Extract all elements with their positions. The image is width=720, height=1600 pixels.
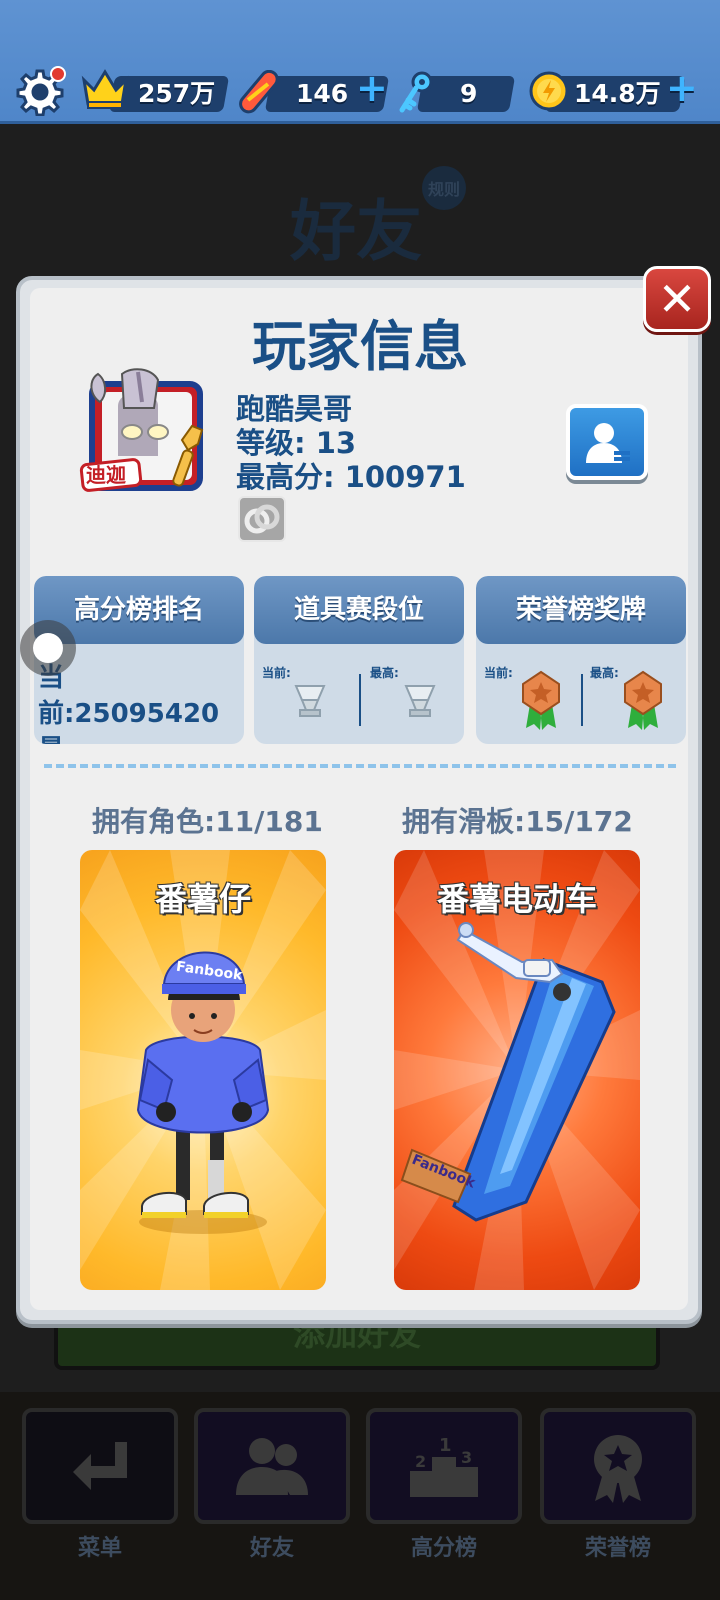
player-level: 等级: 13: [236, 426, 357, 460]
nav-menu-label: 菜单: [77, 1536, 122, 1561]
player-best-score: 最高分: 100971: [236, 460, 466, 494]
user-card-icon: [586, 423, 630, 463]
crown-value: 257万: [138, 79, 216, 108]
key-icon: [396, 70, 436, 120]
medal-icon: [594, 1435, 642, 1503]
floating-assist-button[interactable]: [20, 620, 76, 676]
item-race-rank-box: 道具赛段位 当前: 最高:: [254, 576, 464, 744]
bottom-nav: 菜单 好友 1 2 3 高分榜 荣誉榜: [0, 1392, 720, 1600]
nav-friends[interactable]: 好友: [194, 1408, 350, 1561]
boards-value: 146: [296, 79, 349, 108]
return-arrow-icon: [73, 1442, 127, 1490]
board-card[interactable]: Fanbook 番薯电动车: [394, 850, 640, 1290]
divider: [359, 674, 361, 726]
avatar-name: 迪迦: [86, 463, 127, 487]
svg-text:2: 2: [415, 1452, 426, 1471]
badge-slot[interactable]: [238, 496, 286, 542]
player-avatar: 迪迦: [78, 366, 206, 498]
bronze-medal-icon: [522, 670, 560, 730]
coin-icon: [528, 70, 570, 116]
rank-current: 当前:25095420: [38, 663, 220, 729]
skateboard-icon: [236, 69, 282, 120]
rank-best: 最高:25095420: [38, 732, 244, 744]
honor-best-label: 最高:: [590, 666, 619, 680]
nav-leaderboard[interactable]: 1 2 3 高分榜: [366, 1408, 522, 1561]
player-name: 跑酷昊哥: [236, 392, 353, 426]
friends-page-title: 好友: [290, 193, 422, 270]
owned-characters-count: 拥有角色:11/181: [92, 805, 323, 838]
board-name: 番薯电动车: [436, 880, 597, 918]
player-details: 跑酷昊哥 等级: 13 最高分: 100971: [236, 392, 466, 494]
bronze-medal-best-icon: [624, 670, 662, 730]
honor-medal-title: 荣誉榜奖牌: [476, 576, 686, 644]
owned-boards-count: 拥有滑板:15/172: [402, 805, 633, 838]
character-card[interactable]: Fanbook 番薯仔: [80, 850, 326, 1290]
svg-text:3: 3: [461, 1448, 472, 1467]
svg-text:1: 1: [439, 1435, 452, 1456]
add-coins-button[interactable]: +: [666, 68, 698, 108]
honor-medal-box: 荣誉榜奖牌 当前: 最高:: [476, 576, 686, 744]
silver-trophy-icon: [294, 685, 326, 717]
rules-button[interactable]: 规则: [422, 166, 466, 210]
notification-dot: [50, 66, 66, 82]
nav-menu[interactable]: 菜单: [22, 1408, 178, 1561]
nav-honor[interactable]: 荣誉榜: [540, 1408, 696, 1561]
settings-button[interactable]: [14, 66, 66, 118]
rings-icon: [244, 504, 280, 534]
podium-icon: 1 2 3: [410, 1435, 478, 1497]
item-race-current-label: 当前:: [262, 666, 291, 680]
nav-honor-label: 荣誉榜: [584, 1536, 651, 1561]
silver-trophy-best-icon: [404, 685, 436, 717]
character-name: 番薯仔: [154, 880, 251, 918]
honor-current-label: 当前:: [484, 666, 513, 680]
nav-leaderboard-label: 高分榜: [410, 1536, 477, 1561]
keys-value: 9: [460, 79, 478, 108]
coins-value: 14.8万: [574, 79, 661, 108]
resource-bar: 257万 146 + 9 14.8万 +: [0, 0, 720, 124]
friends-icon: [236, 1438, 308, 1495]
view-profile-button[interactable]: [566, 404, 648, 480]
crown-icon: [80, 66, 130, 116]
item-race-title: 道具赛段位: [254, 576, 464, 644]
add-boards-button[interactable]: +: [356, 68, 388, 108]
divider: [581, 674, 583, 726]
item-race-best-label: 最高:: [370, 666, 399, 680]
nav-friends-label: 好友: [249, 1536, 294, 1561]
section-divider: [44, 764, 676, 768]
